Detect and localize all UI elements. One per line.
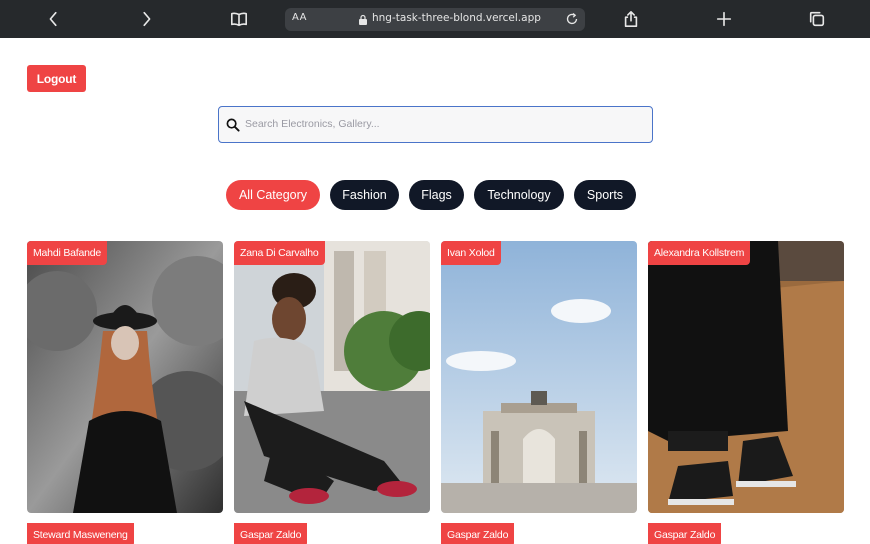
gallery-card[interactable]: Alexandra Kollstrem xyxy=(648,241,844,513)
url-text: hng-task-three-blond.vercel.app xyxy=(372,12,541,24)
author-tag: Gaspar Zaldo xyxy=(648,523,722,544)
gallery-card[interactable]: Gaspar Zaldo xyxy=(648,523,844,544)
author-tag: Gaspar Zaldo xyxy=(234,523,308,544)
new-tab-icon[interactable] xyxy=(714,9,734,29)
forward-icon[interactable] xyxy=(136,9,156,29)
chip-technology[interactable]: Technology xyxy=(474,180,564,210)
sneakers-walking-photo xyxy=(648,241,844,513)
chip-sports[interactable]: Sports xyxy=(574,180,636,210)
author-tag: Alexandra Kollstrem xyxy=(648,241,751,265)
tabs-icon[interactable] xyxy=(807,9,827,29)
chip-fashion[interactable]: Fashion xyxy=(330,180,399,210)
search-box[interactable] xyxy=(218,106,653,143)
gallery-card[interactable]: Gaspar Zaldo xyxy=(234,523,430,544)
author-tag: Ivan Xolod xyxy=(441,241,501,265)
logout-button[interactable]: Logout xyxy=(27,65,86,92)
gallery-card[interactable]: Ivan Xolod xyxy=(441,241,637,513)
author-tag: Mahdi Bafande xyxy=(27,241,108,265)
gallery-card[interactable]: Zana Di Carvalho xyxy=(234,241,430,513)
woman-hat-photo xyxy=(27,241,223,513)
arch-monument-photo xyxy=(441,241,637,513)
chip-all-category[interactable]: All Category xyxy=(226,180,320,210)
woman-sitting-photo xyxy=(234,241,430,513)
search-icon xyxy=(226,118,240,132)
lock-icon xyxy=(359,14,367,25)
bookmarks-icon[interactable] xyxy=(229,9,249,29)
reload-icon[interactable] xyxy=(565,12,579,26)
share-icon[interactable] xyxy=(621,9,641,29)
back-icon[interactable] xyxy=(44,9,64,29)
address-bar[interactable]: AA hng-task-three-blond.vercel.app xyxy=(285,8,585,31)
search-input[interactable] xyxy=(245,111,645,137)
author-tag: Gaspar Zaldo xyxy=(441,523,515,544)
author-tag: Zana Di Carvalho xyxy=(234,241,325,265)
gallery-card[interactable]: Gaspar Zaldo xyxy=(441,523,637,544)
gallery-card[interactable]: Mahdi Bafande xyxy=(27,241,223,513)
browser-toolbar: AA hng-task-three-blond.vercel.app xyxy=(0,0,870,38)
chip-flags[interactable]: Flags xyxy=(409,180,464,210)
category-filter: All Category Fashion Flags Technology Sp… xyxy=(0,180,870,210)
reader-aa-button[interactable]: AA xyxy=(292,12,307,23)
gallery-card[interactable]: Steward Masweneng xyxy=(27,523,223,544)
author-tag: Steward Masweneng xyxy=(27,523,134,544)
